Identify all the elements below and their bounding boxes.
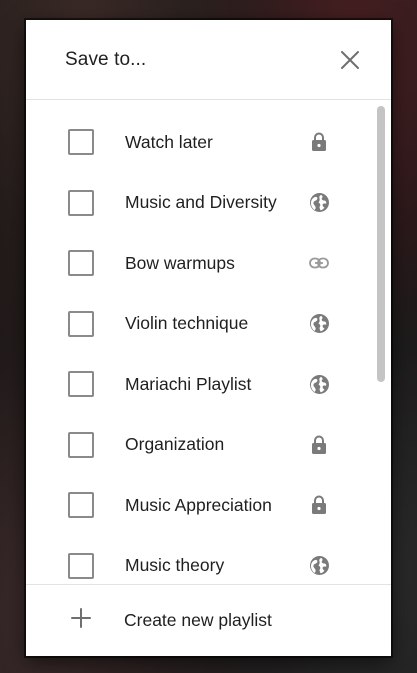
playlist-item[interactable]: Violin technique — [26, 294, 391, 355]
playlist-label: Mariachi Playlist — [125, 373, 252, 394]
lock-icon — [308, 494, 330, 516]
globe-icon — [308, 192, 330, 214]
playlist-label: Bow warmups — [125, 252, 235, 273]
playlist-label: Violin technique — [125, 313, 249, 334]
playlist-item[interactable]: Watch later — [26, 112, 391, 173]
playlist-checkbox[interactable] — [68, 371, 94, 398]
plus-icon — [71, 608, 91, 628]
playlist-checkbox[interactable] — [68, 310, 94, 337]
globe-icon — [308, 555, 330, 577]
playlist-checkbox[interactable] — [68, 250, 94, 277]
playlist-checkbox[interactable] — [68, 552, 94, 579]
globe-icon — [308, 313, 330, 335]
globe-icon — [308, 373, 330, 395]
playlist-item[interactable]: Music theory — [26, 536, 391, 585]
playlist-label: Music theory — [125, 555, 225, 576]
playlist-checkbox[interactable] — [68, 129, 94, 156]
dialog-header: Save to... — [26, 20, 391, 100]
playlist-item[interactable]: Music Appreciation — [26, 475, 391, 536]
playlist-item[interactable]: Bow warmups — [26, 233, 391, 294]
lock-icon — [308, 434, 330, 456]
playlist-label: Watch later — [125, 131, 213, 152]
playlist-item[interactable]: Music and Diversity — [26, 173, 391, 234]
playlist-list[interactable]: Watch later Music and Diversity Bow warmup… — [26, 100, 391, 584]
playlist-label: Organization — [125, 434, 225, 455]
save-to-playlist-dialog: Save to... Watch later Music and Diversit… — [26, 20, 391, 656]
create-new-playlist-label: Create new playlist — [124, 610, 272, 630]
playlist-item[interactable]: Organization — [26, 415, 391, 476]
playlist-checkbox[interactable] — [68, 431, 94, 458]
playlist-checkbox[interactable] — [68, 189, 94, 216]
create-new-playlist-button[interactable]: Create new playlist — [26, 584, 391, 656]
playlist-checkbox[interactable] — [68, 492, 94, 519]
playlist-item[interactable]: Mariachi Playlist — [26, 354, 391, 415]
dialog-title: Save to... — [65, 48, 147, 70]
scrollbar-thumb[interactable] — [377, 106, 385, 382]
lock-icon — [308, 131, 330, 153]
link-icon — [308, 252, 330, 274]
close-icon — [341, 50, 359, 69]
playlist-label: Music and Diversity — [125, 192, 277, 213]
playlist-label: Music Appreciation — [125, 494, 272, 515]
close-button[interactable] — [337, 47, 363, 73]
